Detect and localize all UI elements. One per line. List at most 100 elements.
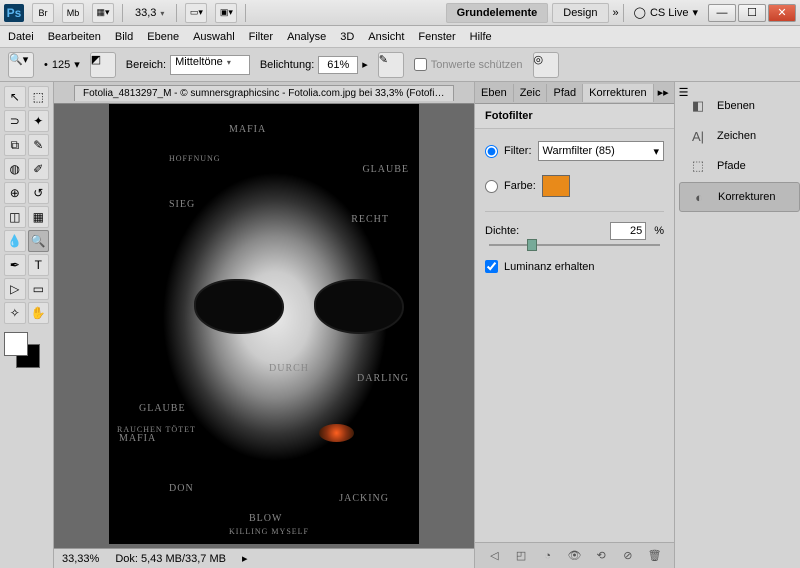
extras-button[interactable]: ▦▾	[92, 3, 114, 23]
workspace-grundelemente[interactable]: Grundelemente	[446, 3, 549, 23]
menu-ebene[interactable]: Ebene	[147, 31, 179, 43]
move-tool[interactable]: ↖	[4, 86, 26, 108]
brush-panel-button[interactable]: ◩	[90, 52, 116, 78]
gradient-tool[interactable]: ▦	[28, 206, 50, 228]
menu-bearbeiten[interactable]: Bearbeiten	[48, 31, 101, 43]
sidetab-ebenen[interactable]: ◧ Ebenen	[679, 92, 800, 120]
status-flyout[interactable]: ▸	[242, 552, 248, 565]
slider-thumb[interactable]	[527, 239, 537, 251]
document-tab[interactable]: Fotolia_4813297_M - © sumnersgraphicsinc…	[74, 85, 454, 101]
workspace-more[interactable]: »	[613, 7, 619, 19]
dodge-tool[interactable]: 🔍	[28, 230, 50, 252]
screenmode-button[interactable]: ▣▾	[215, 3, 237, 23]
cslive-button[interactable]: ◯ CS Live ▾	[628, 6, 704, 19]
path-select-tool[interactable]: ▷	[4, 278, 26, 300]
menu-filter[interactable]: Filter	[249, 31, 273, 43]
wand-tool[interactable]: ✦	[28, 110, 50, 132]
menubar: Datei Bearbeiten Bild Ebene Auswahl Filt…	[0, 26, 800, 48]
density-label: Dichte:	[485, 225, 519, 237]
menu-3d[interactable]: 3D	[340, 31, 354, 43]
maximize-button[interactable]: ☐	[738, 4, 766, 22]
brush-icon: •	[44, 59, 48, 71]
type-tool[interactable]: T	[28, 254, 50, 276]
protect-tones-checkbox[interactable]	[414, 58, 427, 71]
reset-icon[interactable]: ⊘	[619, 548, 637, 564]
status-zoom[interactable]: 33,33%	[62, 553, 99, 565]
visibility-icon[interactable]: 👁	[565, 548, 583, 564]
cslive-icon: ◯	[634, 6, 646, 19]
filter-select[interactable]: Warmfilter (85)▾	[538, 141, 665, 161]
pen-tool[interactable]: ✒	[4, 254, 26, 276]
collapsed-panels: ◧ Ebenen A| Zeichen ⬚ Pfade ◐ Korrekture…	[674, 82, 800, 568]
panel-tab-pfade[interactable]: Pfad	[547, 84, 583, 102]
minimize-button[interactable]: —	[708, 4, 736, 22]
airbrush-button[interactable]: ✎	[378, 52, 404, 78]
menu-datei[interactable]: Datei	[8, 31, 34, 43]
hand-tool[interactable]: ✋	[28, 302, 50, 324]
menu-ansicht[interactable]: Ansicht	[368, 31, 404, 43]
prev-icon[interactable]: ⟲	[592, 548, 610, 564]
panel-title: Fotofilter	[475, 104, 674, 129]
tool-preset[interactable]: 🔍▾	[8, 52, 34, 78]
clip-icon[interactable]: ◔	[539, 548, 557, 564]
menu-fenster[interactable]: Fenster	[418, 31, 455, 43]
zoom-level[interactable]: 33,3	[131, 7, 168, 19]
menu-auswahl[interactable]: Auswahl	[193, 31, 235, 43]
range-select[interactable]: Mitteltöne	[170, 55, 250, 75]
3d-tool[interactable]: ✧	[4, 302, 26, 324]
shape-tool[interactable]: ▭	[28, 278, 50, 300]
pressure-button[interactable]: ◎	[533, 52, 559, 78]
canvas[interactable]: MAFIA GLAUBE RECHT SIEG MAFIA GLAUBE DUR…	[109, 104, 419, 544]
menu-bild[interactable]: Bild	[115, 31, 133, 43]
density-slider[interactable]	[489, 244, 660, 246]
panel-tab-ebenen[interactable]: Eben	[475, 84, 514, 102]
density-input[interactable]	[610, 222, 646, 240]
menu-hilfe[interactable]: Hilfe	[470, 31, 492, 43]
character-icon: A|	[689, 128, 707, 144]
trash-icon[interactable]: 🗑	[646, 548, 664, 564]
panel-collapse[interactable]: ▸▸	[654, 86, 673, 99]
exposure-input[interactable]	[318, 56, 358, 74]
history-brush-tool[interactable]: ↺	[28, 182, 50, 204]
heal-tool[interactable]: ◍	[4, 158, 26, 180]
back-icon[interactable]: ◁	[485, 548, 503, 564]
panel-tab-korrekturen[interactable]: Korrekturen	[583, 84, 653, 102]
color-radio[interactable]	[485, 180, 498, 193]
toolbox: ↖⬚ ⊃✦ ⧉✎ ◍✐ ⊕↺ ◫▦ 💧🔍 ✒T ▷▭ ✧✋	[0, 82, 54, 568]
crop-tool[interactable]: ⧉	[4, 134, 26, 156]
luminance-checkbox[interactable]	[485, 260, 498, 273]
protect-tones-label: Tonwerte schützen	[431, 59, 523, 71]
stamp-tool[interactable]: ⊕	[4, 182, 26, 204]
sidetab-zeichen[interactable]: A| Zeichen	[679, 122, 800, 150]
paths-icon: ⬚	[689, 158, 707, 174]
luminance-label: Luminanz erhalten	[504, 261, 595, 273]
status-bar: 33,33% Dok: 5,43 MB/33,7 MB ▸	[54, 548, 474, 568]
status-dock: Dok: 5,43 MB/33,7 MB	[115, 553, 226, 565]
range-label: Bereich:	[126, 59, 166, 71]
menu-analyse[interactable]: Analyse	[287, 31, 326, 43]
panel-tab-zeichen[interactable]: Zeic	[514, 84, 548, 102]
brush-size[interactable]: 125	[52, 59, 70, 71]
expand-icon[interactable]: ◰	[512, 548, 530, 564]
close-button[interactable]: ✕	[768, 4, 796, 22]
eyedropper-tool[interactable]: ✎	[28, 134, 50, 156]
minibridge-button[interactable]: Mb	[62, 3, 84, 23]
brush-tool[interactable]: ✐	[28, 158, 50, 180]
lasso-tool[interactable]: ⊃	[4, 110, 26, 132]
color-swatch[interactable]	[542, 175, 570, 197]
filter-label: Filter:	[504, 145, 532, 157]
workspace-design[interactable]: Design	[552, 3, 608, 23]
sidetab-korrekturen[interactable]: ◐ Korrekturen	[679, 182, 800, 212]
arrange-button[interactable]: ▭▾	[185, 3, 207, 23]
color-swatches[interactable]	[4, 332, 44, 372]
blur-tool[interactable]: 💧	[4, 230, 26, 252]
foreground-color[interactable]	[4, 332, 28, 356]
eraser-tool[interactable]: ◫	[4, 206, 26, 228]
sidetab-pfade[interactable]: ⬚ Pfade	[679, 152, 800, 180]
exposure-flyout[interactable]: ▸	[362, 58, 368, 71]
bridge-button[interactable]: Br	[32, 3, 54, 23]
adjustments-panel: Eben Zeic Pfad Korrekturen ▸▸ ☰ Fotofilt…	[474, 82, 674, 568]
layers-icon: ◧	[689, 98, 707, 114]
marquee-tool[interactable]: ⬚	[28, 86, 50, 108]
filter-radio[interactable]	[485, 145, 498, 158]
